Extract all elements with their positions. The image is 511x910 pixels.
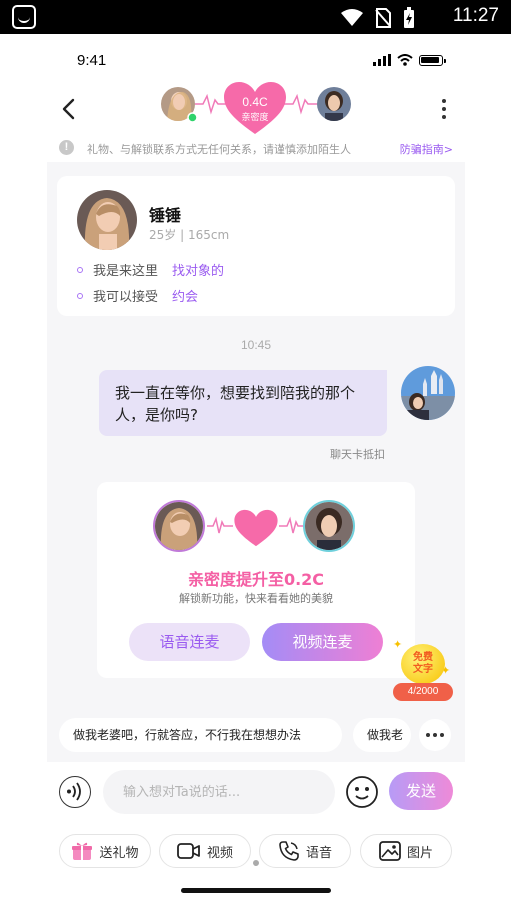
smiley-icon <box>346 776 378 808</box>
pref-value: 约会 <box>172 290 199 305</box>
send-gift-button[interactable]: 送礼物 <box>59 834 151 868</box>
chevron-left-icon <box>62 98 75 120</box>
video-label: 视频 <box>206 845 233 861</box>
free-text-badge[interactable]: ✦ ✦ 免费 文字 <box>393 638 450 688</box>
sound-wave-icon <box>67 782 81 801</box>
my-avatar[interactable] <box>317 87 351 121</box>
wifi-icon <box>397 54 413 66</box>
heartbeat-line-right <box>279 516 305 534</box>
intimacy-value: 0.4C <box>242 95 268 109</box>
ios-status-bar: 9:41 <box>47 34 465 84</box>
pref-label: 我可以接受 <box>93 290 159 305</box>
voice-call-button[interactable]: 语音 <box>259 834 351 868</box>
gift-label: 送礼物 <box>99 845 139 861</box>
phone-icon <box>279 841 299 861</box>
quick-reply-chip[interactable]: 做我老 <box>353 718 411 752</box>
heart-icon <box>234 509 278 547</box>
image-button[interactable]: 图片 <box>360 834 452 868</box>
gift-icon <box>72 842 93 860</box>
pref-value: 找对象的 <box>172 264 225 279</box>
signal-icon <box>373 54 391 66</box>
wifi-icon <box>341 9 363 26</box>
app-notification-icon <box>12 5 36 29</box>
intimacy-subtitle: 解锁新功能，快来看看她的美貌 <box>179 592 333 605</box>
send-button[interactable]: 发送 <box>389 772 453 810</box>
heartbeat-line-left <box>207 516 233 534</box>
chat-timestamp: 10:45 <box>240 338 272 352</box>
android-status-bar: 11:27 <box>0 0 511 34</box>
pref-label: 我是来这里 <box>93 264 159 279</box>
image-icon <box>379 841 401 861</box>
heartbeat-line-right <box>283 93 317 115</box>
her-avatar[interactable] <box>153 500 205 552</box>
video-button[interactable]: 视频 <box>159 834 251 868</box>
action-toolbar: 送礼物 视频 语音 图片 <box>47 824 465 910</box>
info-icon: ! <box>59 140 74 155</box>
safety-notice: ! 礼物、与解锁联系方式无任何关系，请谨慎添加陌生人 防骗指南> <box>47 134 465 162</box>
free-text-count: 4/2000 <box>393 683 453 701</box>
free-label-line2: 文字 <box>413 664 433 675</box>
video-call-button[interactable]: 视频连麦 <box>262 623 383 661</box>
quick-reply-chip[interactable]: 做我老婆吧，行就答应，不行我在想想办法 <box>59 718 342 752</box>
more-replies-button[interactable] <box>419 719 451 751</box>
home-indicator[interactable] <box>181 888 331 893</box>
message-input-bar: 发送 <box>47 762 465 824</box>
intimacy-label: 亲密度 <box>241 113 269 123</box>
profile-avatar[interactable] <box>77 190 137 250</box>
chat-card-deduction-note: 聊天卡抵扣 <box>330 448 385 461</box>
chat-header: 0.4C 亲密度 <box>47 82 465 134</box>
back-button[interactable] <box>55 92 85 126</box>
pref-item: 我是来这里 找对象的 <box>77 260 224 279</box>
android-clock: 11:27 <box>452 5 499 26</box>
quick-reply-row: 做我老婆吧，行就答应，不行我在想想办法 做我老 <box>47 718 465 754</box>
system-icons <box>341 7 415 29</box>
my-avatar[interactable] <box>303 500 355 552</box>
page-indicator <box>253 860 259 866</box>
video-camera-icon <box>177 843 200 859</box>
message-input[interactable] <box>103 770 335 814</box>
intimacy-upgrade-card: 亲密度提升至0.2C 解锁新功能，快来看看她的美貌 语音连麦 视频连麦 <box>97 482 415 678</box>
image-label: 图片 <box>406 845 433 861</box>
battery-icon <box>419 54 446 66</box>
anti-fraud-guide-link[interactable]: 防骗指南> <box>400 141 453 157</box>
sender-avatar[interactable] <box>401 366 455 420</box>
profile-card[interactable]: 锤锤 25岁 | 165cm 我是来这里 找对象的 我可以接受 约会 <box>57 176 455 316</box>
more-menu-button[interactable] <box>437 94 451 124</box>
sparkle-icon: ✦ <box>393 638 403 651</box>
app-screen: 9:41 0.4C 亲密度 ! 礼物、与解锁联系方式无任何关系，请谨慎添加陌生人… <box>47 34 465 910</box>
voice-label: 语音 <box>305 845 332 861</box>
coin-icon: 免费 文字 <box>401 644 445 684</box>
intimacy-title: 亲密度提升至0.2C <box>187 570 325 589</box>
pref-item: 我可以接受 约会 <box>77 286 198 305</box>
outgoing-message[interactable]: 我一直在等你，想要找到陪我的那个人，是你吗? <box>99 370 387 436</box>
bullet-icon <box>77 266 83 273</box>
voice-input-button[interactable] <box>59 776 91 808</box>
ios-time: 9:41 <box>77 52 107 69</box>
notice-text: 礼物、与解锁联系方式无任何关系，请谨慎添加陌生人 <box>87 143 351 156</box>
voice-call-button[interactable]: 语音连麦 <box>129 623 250 661</box>
profile-name: 锤锤 <box>149 206 182 225</box>
intimacy-heart[interactable]: 0.4C 亲密度 <box>222 80 288 136</box>
emoji-button[interactable] <box>345 775 379 809</box>
online-indicator <box>187 112 198 123</box>
no-sim-icon <box>375 8 391 28</box>
free-label-line1: 免费 <box>413 652 433 663</box>
profile-meta: 25岁 | 165cm <box>149 228 230 242</box>
battery-charging-icon <box>404 7 414 28</box>
bullet-icon <box>77 292 83 299</box>
